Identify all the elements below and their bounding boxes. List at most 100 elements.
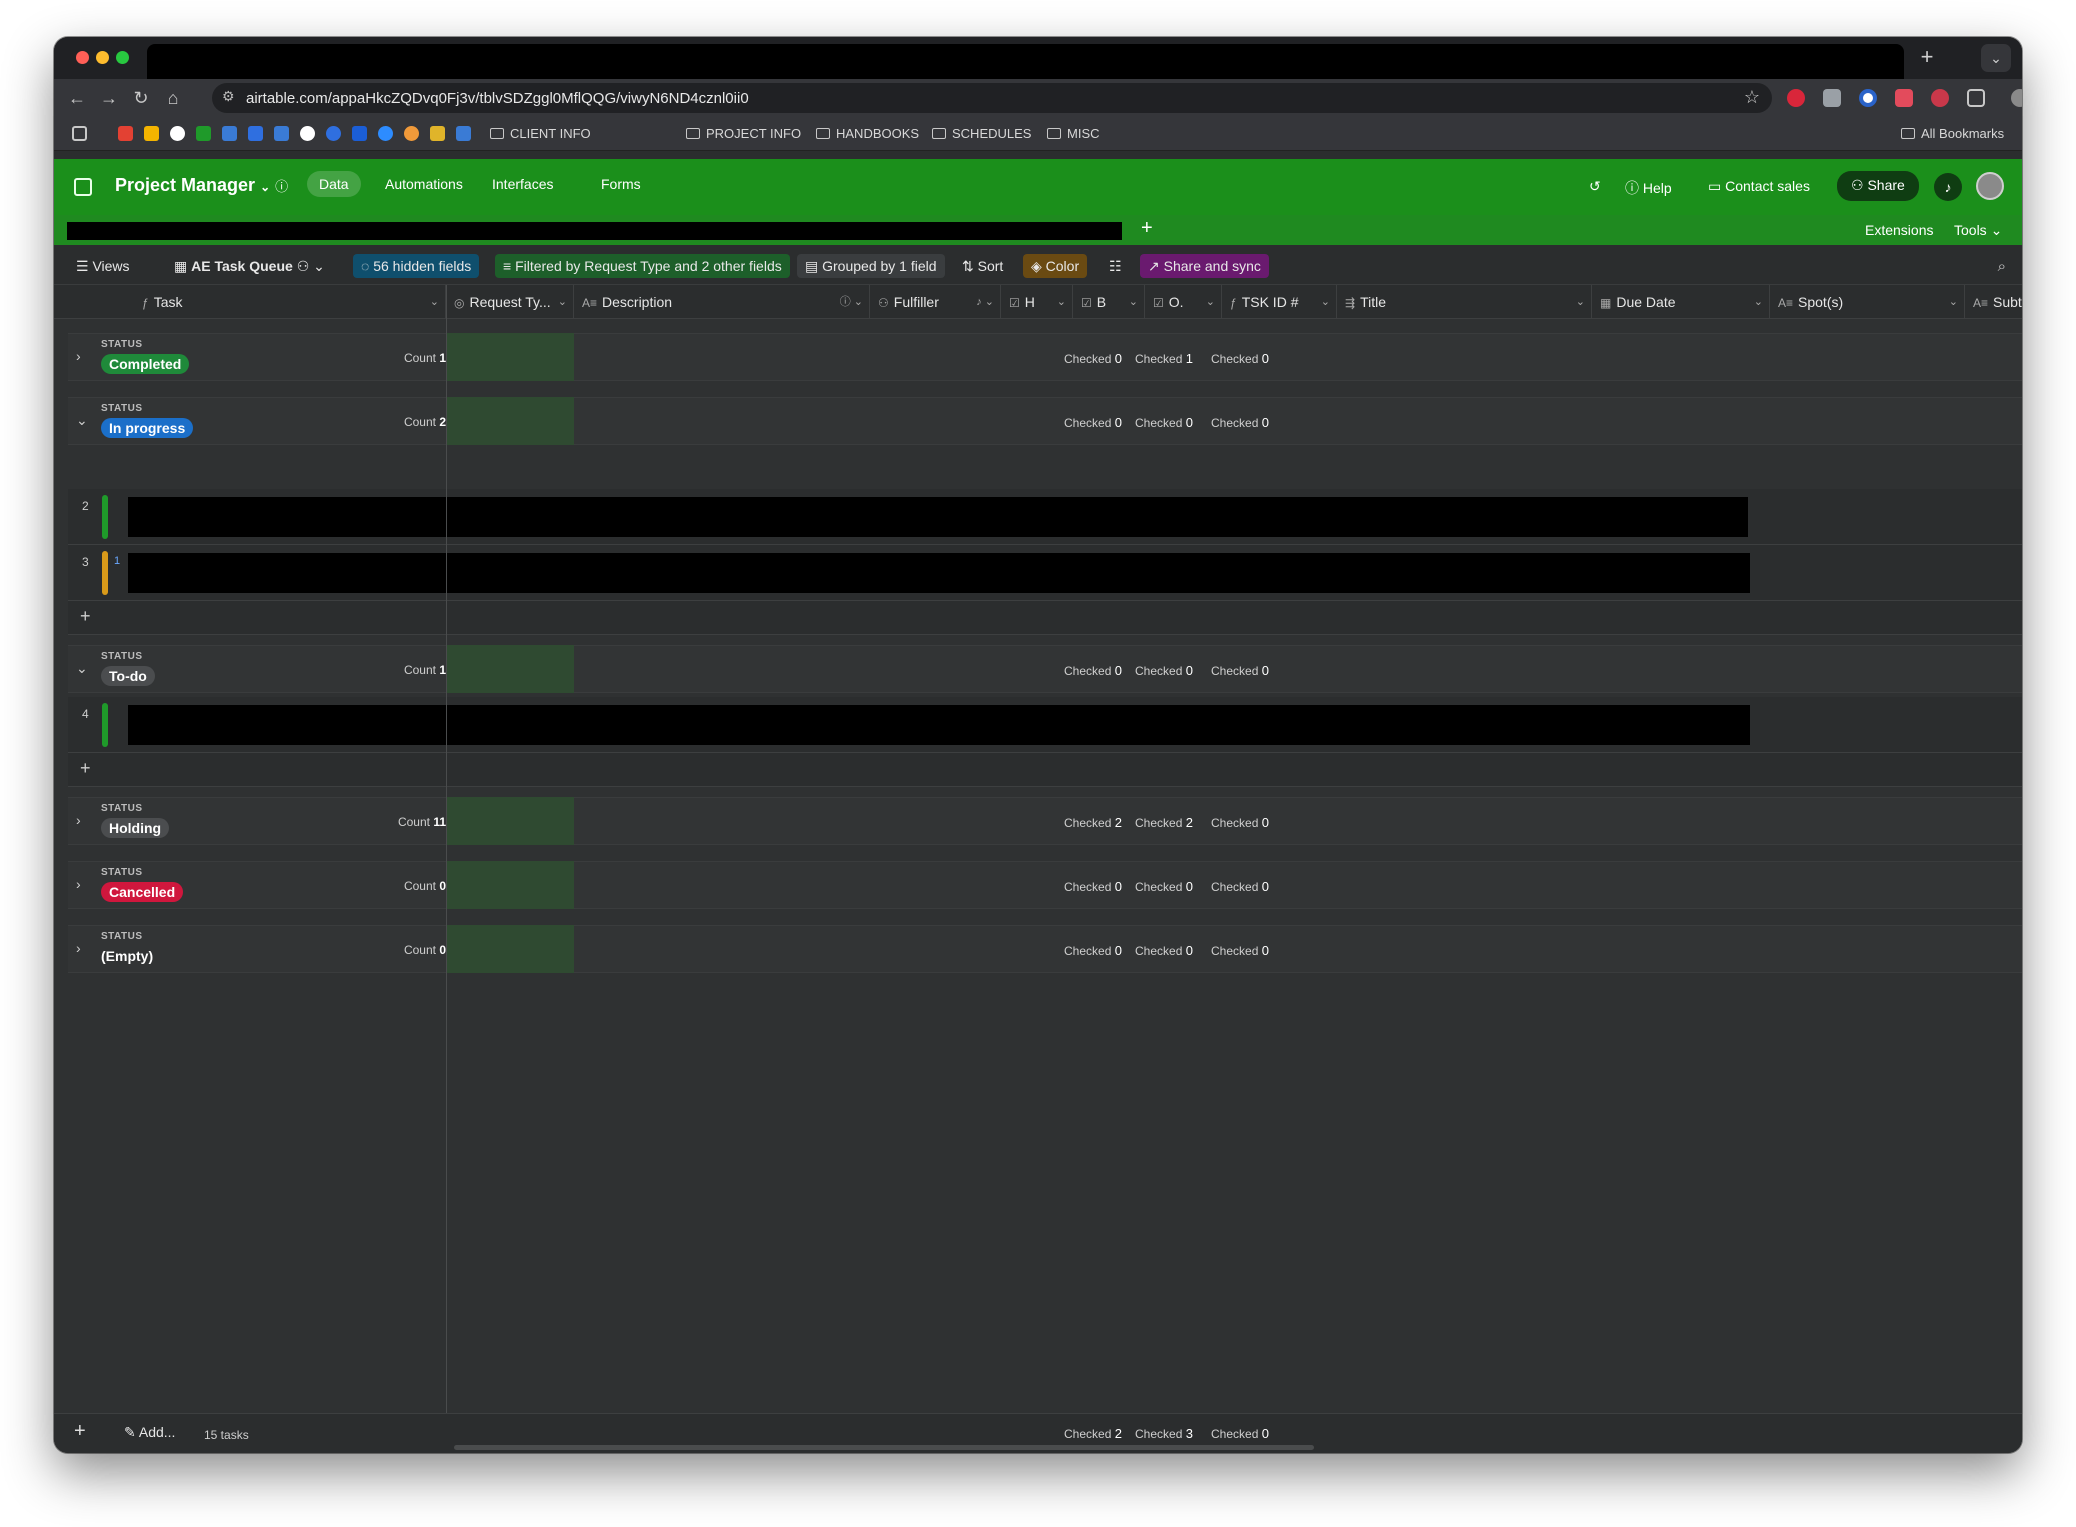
chevron-right-icon[interactable]: › xyxy=(76,940,81,956)
view-switcher[interactable]: ▦ AE Task Queue ⚇ ⌄ xyxy=(166,254,333,278)
tab-forms[interactable]: Forms xyxy=(595,176,647,192)
bookmark-folder-misc[interactable]: MISC xyxy=(1047,126,1100,141)
zoom-bookmark-icon[interactable] xyxy=(378,126,393,141)
reload-icon[interactable]: ↻ xyxy=(128,85,154,111)
column-header-tsk-id[interactable]: ƒ TSK ID # ⌄ xyxy=(1222,285,1337,319)
bookmark-icon[interactable] xyxy=(404,126,419,141)
group-header-in-progress[interactable]: ⌄ STATUS In progress Count 2 Checked 0 C… xyxy=(68,397,2022,445)
horizontal-scrollbar[interactable] xyxy=(454,1445,1314,1450)
group-button[interactable]: ▤ Grouped by 1 field xyxy=(797,254,945,278)
base-name[interactable]: Project Manager ⌄ ⓘ xyxy=(115,175,288,196)
notifications-bell-icon[interactable]: ♪ xyxy=(1934,173,1962,201)
sort-button[interactable]: ⇅ Sort xyxy=(954,254,1011,278)
group-header-empty[interactable]: › STATUS (Empty) Count 0 Checked 0 Check… xyxy=(68,925,2022,973)
password-extension-icon[interactable] xyxy=(1859,89,1877,107)
forward-arrow-icon[interactable]: → xyxy=(96,85,122,111)
table-tabs-redacted[interactable] xyxy=(67,222,1122,240)
apps-grid-icon[interactable] xyxy=(72,126,87,141)
search-icon[interactable]: ⌕ xyxy=(1998,258,2006,275)
add-record-row[interactable]: + xyxy=(68,601,2022,635)
column-header-title[interactable]: ⇶ Title ⌄ xyxy=(1337,285,1592,319)
group-header-holding[interactable]: › STATUS Holding Count 11 Checked 2 Chec… xyxy=(68,797,2022,845)
info-icon[interactable]: ⓘ xyxy=(275,179,288,194)
new-tab-plus-icon[interactable]: + xyxy=(1912,43,1942,73)
add-table-plus-icon[interactable]: + xyxy=(1141,217,1153,240)
column-header-request-type[interactable]: ◎ Request Ty... ⌄ xyxy=(446,285,574,319)
group-header-completed[interactable]: › STATUS Completed Count 1 Checked 0 Che… xyxy=(68,333,2022,381)
row-height-icon[interactable]: ☷ xyxy=(1101,254,1130,278)
bookmark-icon[interactable] xyxy=(456,126,471,141)
bookmark-icon[interactable] xyxy=(430,126,445,141)
bookmark-folder-client-info[interactable]: CLIENT INFO xyxy=(490,126,591,141)
group-header-cancelled[interactable]: › STATUS Cancelled Count 0 Checked 0 Che… xyxy=(68,861,2022,909)
bookmark-icon[interactable] xyxy=(300,126,315,141)
tab-automations[interactable]: Automations xyxy=(379,176,469,192)
bookmark-icon[interactable] xyxy=(222,126,237,141)
drive-bookmark-icon[interactable] xyxy=(144,126,159,141)
contact-sales-button[interactable]: ▭ Contact sales xyxy=(1708,178,1810,195)
chevron-down-icon[interactable]: ⌄ xyxy=(76,660,88,677)
table-row[interactable]: 3 1 xyxy=(68,545,2022,601)
tools-button[interactable]: Tools ⌄ xyxy=(1954,222,2002,239)
back-arrow-icon[interactable]: ← xyxy=(64,85,90,111)
gmail-bookmark-icon[interactable] xyxy=(118,126,133,141)
chevron-right-icon[interactable]: › xyxy=(76,876,81,892)
bookmark-folder-schedules[interactable]: SCHEDULES xyxy=(932,126,1031,141)
help-button[interactable]: ⓘ Help xyxy=(1625,178,1672,198)
home-icon[interactable]: ⌂ xyxy=(160,85,186,111)
table-row[interactable]: 2 xyxy=(68,489,2022,545)
camera-extension-icon[interactable] xyxy=(1823,89,1841,107)
column-header-subtasks[interactable]: A≡ Subt xyxy=(1965,285,2022,319)
tab-data[interactable]: Data xyxy=(307,171,361,197)
comment-count-badge[interactable]: 1 xyxy=(114,555,120,567)
bookmark-icon[interactable] xyxy=(248,126,263,141)
column-header-o[interactable]: ☑ O. ⌄ xyxy=(1145,285,1222,319)
color-button[interactable]: ◈ Color xyxy=(1023,254,1088,278)
views-toggle-button[interactable]: ☰ Views xyxy=(68,254,138,278)
user-avatar[interactable] xyxy=(1976,172,2004,200)
column-header-fulfiller[interactable]: ⚇ Fulfiller ♪ ⌄ xyxy=(870,285,1001,319)
filter-button[interactable]: ≡ Filtered by Request Type and 2 other f… xyxy=(495,254,790,278)
browser-tab-redacted[interactable] xyxy=(147,44,1904,79)
share-and-sync-button[interactable]: ↗ Share and sync xyxy=(1140,254,1269,278)
add-record-plus-icon[interactable]: + xyxy=(74,1420,86,1443)
column-header-due-date[interactable]: ▦ Due Date ⌄ xyxy=(1592,285,1770,319)
group-header-to-do[interactable]: ⌄ STATUS To-do Count 1 Checked 0 Checked… xyxy=(68,645,2022,693)
add-record-row[interactable]: + xyxy=(68,753,2022,787)
glasses-extension-icon[interactable] xyxy=(1931,89,1949,107)
add-record-button[interactable]: ✎ Add... xyxy=(124,1424,175,1441)
tab-search-chevron-icon[interactable]: ⌄ xyxy=(1981,44,2011,72)
column-header-h[interactable]: ☑ H ⌄ xyxy=(1001,285,1073,319)
bookmark-icon[interactable] xyxy=(170,126,185,141)
adblock-extension-icon[interactable] xyxy=(1787,89,1805,107)
chevron-right-icon[interactable]: › xyxy=(76,348,81,364)
tab-interfaces[interactable]: Interfaces xyxy=(486,176,559,192)
bookmark-folder-project-info[interactable]: PROJECT INFO xyxy=(686,126,801,141)
address-bar[interactable]: ⚙ airtable.com/appaHkcZQDvq0Fj3v/tblvSDZ… xyxy=(212,83,1772,113)
profile-avatar-icon[interactable] xyxy=(2011,89,2022,107)
extensions-button[interactable]: Extensions xyxy=(1865,222,1933,238)
share-button[interactable]: ⚇ Share xyxy=(1837,171,1919,201)
bookmark-folder-handbooks[interactable]: HANDBOOKS xyxy=(816,126,919,141)
column-header-spots[interactable]: A≡ Spot(s) ⌄ xyxy=(1770,285,1965,319)
box-bookmark-icon[interactable] xyxy=(352,126,367,141)
minimize-window-button[interactable] xyxy=(96,51,109,64)
bookmark-icon[interactable] xyxy=(196,126,211,141)
chevron-right-icon[interactable]: › xyxy=(76,812,81,828)
history-icon[interactable]: ↺ xyxy=(1589,178,1601,195)
site-settings-icon[interactable]: ⚙ xyxy=(222,88,235,105)
extensions-puzzle-icon[interactable] xyxy=(1967,89,1985,107)
bookmark-star-icon[interactable]: ☆ xyxy=(1744,87,1760,108)
column-header-task[interactable]: ƒ Task ⌄ xyxy=(134,285,446,319)
column-header-description[interactable]: A≡ Description ⓘ ⌄ xyxy=(574,285,870,319)
cloud-bookmark-icon[interactable] xyxy=(326,126,341,141)
all-bookmarks-folder[interactable]: All Bookmarks xyxy=(1901,126,2004,141)
column-header-b[interactable]: ☑ B ⌄ xyxy=(1073,285,1145,319)
base-logo-icon[interactable] xyxy=(74,178,92,196)
hidden-fields-button[interactable]: ◌ 56 hidden fields xyxy=(353,254,480,278)
close-window-button[interactable] xyxy=(76,51,89,64)
clip-extension-icon[interactable] xyxy=(1895,89,1913,107)
table-row[interactable]: 4 xyxy=(68,697,2022,753)
calendar-bookmark-icon[interactable] xyxy=(274,126,289,141)
maximize-window-button[interactable] xyxy=(116,51,129,64)
